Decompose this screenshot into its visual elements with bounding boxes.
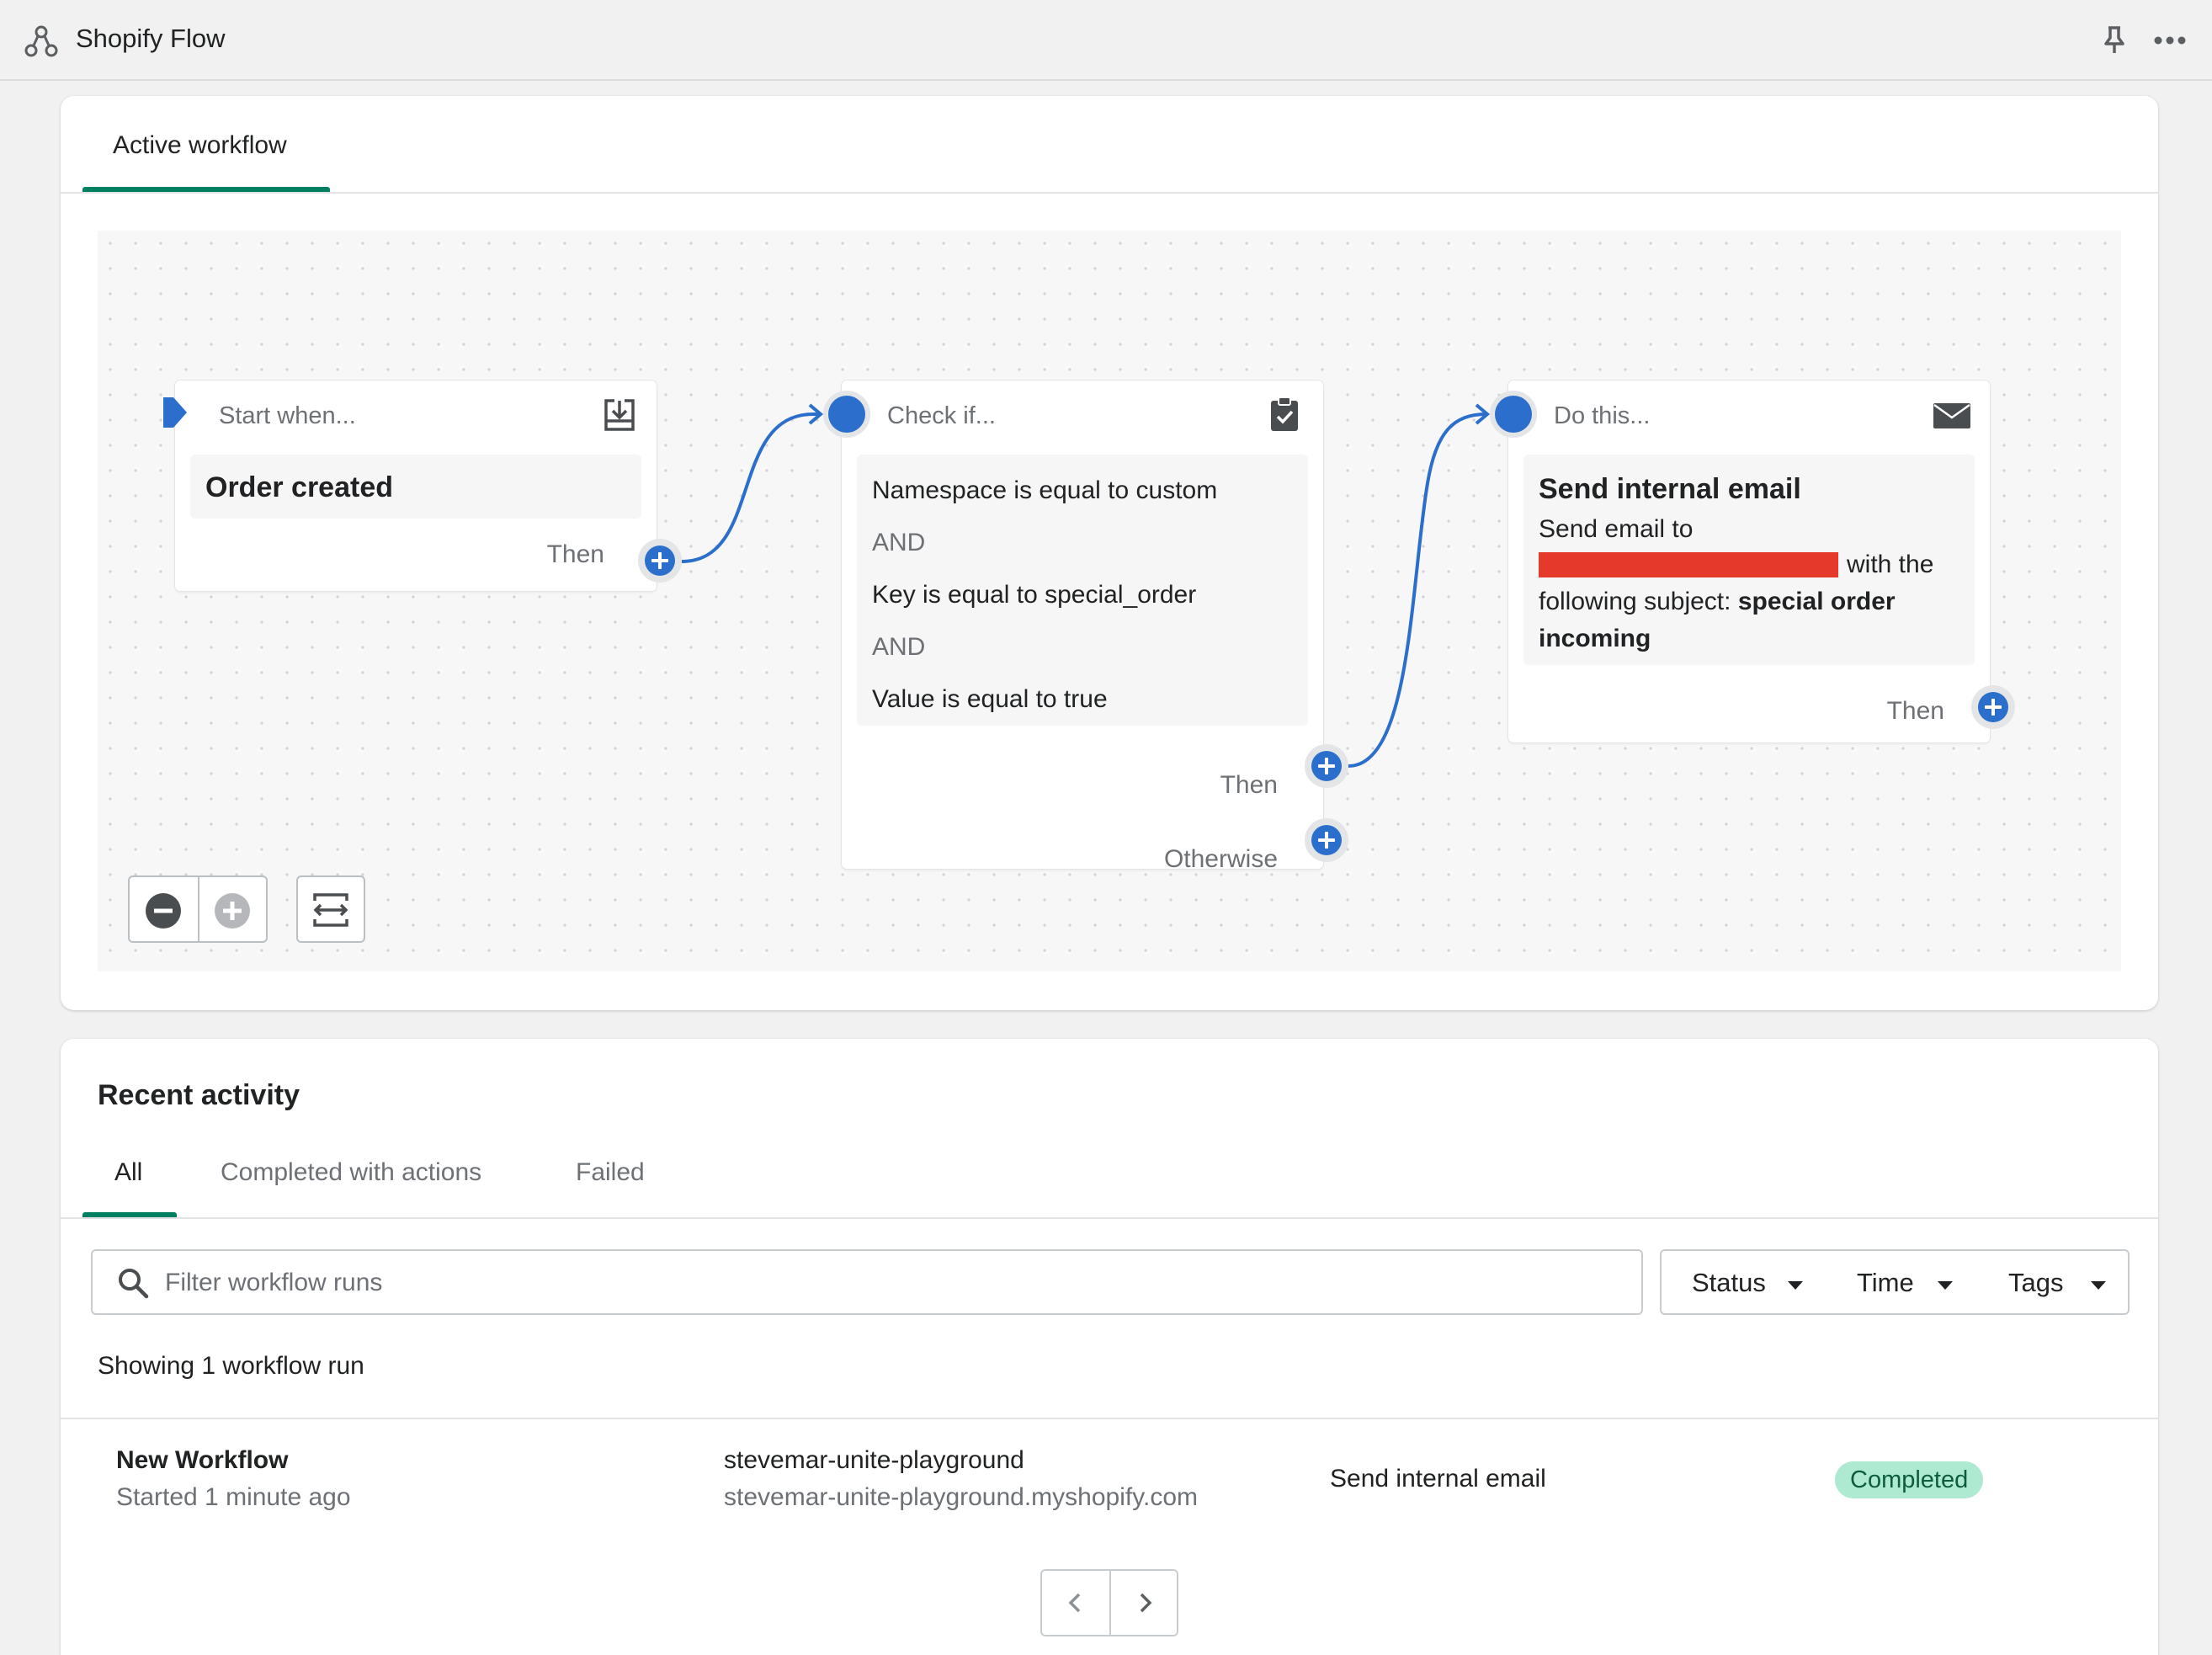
recent-activity-card: Recent activity All Completed with actio…: [61, 1039, 2158, 1655]
tab-completed-with-actions[interactable]: Completed with actions: [221, 1158, 481, 1187]
action-node[interactable]: Do this... Send internal email Send emai…: [1508, 380, 1990, 742]
plus-icon: [1311, 825, 1342, 855]
status-filter-label: Status: [1692, 1268, 1766, 1297]
app-title: Shopify Flow: [76, 24, 226, 53]
action-then-label: Then: [1886, 697, 1944, 725]
workflow-canvas[interactable]: Start when... Order created Then Check i…: [98, 231, 2121, 971]
search-icon: [119, 1269, 149, 1299]
condition-body: Namespace is equal to custom AND Key is …: [857, 455, 1308, 726]
email-subject-cont: incoming: [1539, 625, 1651, 652]
plus-icon: [1978, 692, 2008, 722]
status-badge: Completed: [1835, 1461, 1984, 1498]
action-text: following subject: special order: [1539, 588, 1896, 616]
tab-all[interactable]: All: [114, 1158, 142, 1187]
divider: [61, 192, 2158, 194]
condition-line: Namespace is equal to custom: [872, 476, 1218, 504]
workflow-name[interactable]: New Workflow: [116, 1446, 288, 1475]
fit-view-button[interactable]: [296, 875, 365, 943]
action-title: Send internal email: [1539, 473, 1801, 505]
zoom-out-button[interactable]: [145, 892, 182, 929]
zoom-in-button[interactable]: [214, 892, 251, 929]
condition-otherwise-add-button[interactable]: [1305, 818, 1348, 862]
shop-name: stevemar-unite-playground: [724, 1446, 1024, 1474]
time-filter-label: Time: [1857, 1268, 1914, 1297]
trigger-header: Start when...: [219, 402, 356, 429]
divider: [61, 1217, 2158, 1219]
trigger-body: Order created: [190, 455, 641, 519]
more-actions-icon[interactable]: [2153, 35, 2187, 45]
action-text-prefix: following subject:: [1539, 588, 1731, 615]
plus-icon: [645, 545, 675, 576]
tab-active-workflow[interactable]: Active workflow: [113, 131, 287, 160]
app-header: Shopify Flow: [0, 0, 2212, 81]
trigger-node[interactable]: Start when... Order created Then: [163, 380, 657, 591]
pin-icon[interactable]: [2101, 25, 2128, 56]
caret-down-icon: [2091, 1281, 2106, 1290]
caret-down-icon: [1938, 1281, 1953, 1290]
tags-filter-label: Tags: [2008, 1268, 2064, 1297]
filter-search-field[interactable]: [91, 1249, 1643, 1315]
recent-activity-title: Recent activity: [98, 1079, 300, 1111]
plus-icon: [1311, 751, 1342, 781]
showing-count: Showing 1 workflow run: [98, 1352, 364, 1380]
tags-filter-button[interactable]: Tags: [1978, 1249, 2130, 1315]
clipboard-check-icon: [1271, 396, 1298, 431]
envelope-icon: [1933, 403, 1970, 428]
workflow-started: Started 1 minute ago: [116, 1483, 351, 1511]
condition-then-add-button[interactable]: [1305, 744, 1348, 788]
zoom-controls: [128, 875, 268, 943]
condition-otherwise-label: Otherwise: [1163, 845, 1278, 873]
download-box-icon: [604, 399, 635, 431]
status-filter-button[interactable]: Status: [1660, 1249, 1830, 1315]
trigger-then-label: Then: [546, 540, 604, 568]
condition-header: Check if...: [887, 402, 996, 429]
condition-node[interactable]: Check if... Namespace is equal to custom…: [842, 380, 1323, 873]
condition-input-port: [823, 391, 870, 438]
email-subject: special order: [1737, 588, 1896, 615]
chevron-right-icon[interactable]: [1135, 1591, 1155, 1615]
condition-line: Key is equal to special_order: [872, 581, 1197, 609]
action-header: Do this...: [1554, 402, 1651, 429]
condition-and-label: AND: [872, 529, 926, 556]
action-text: Send email to: [1539, 515, 1694, 543]
condition-line: Value is equal to true: [872, 685, 1108, 713]
action-text: with the: [1847, 551, 1934, 578]
condition-and-label: AND: [872, 633, 926, 661]
action-then-add-button[interactable]: [1971, 685, 2015, 729]
flow-app-icon: [24, 25, 58, 57]
shop-domain: stevemar-unite-playground.myshopify.com: [724, 1483, 1199, 1511]
tab-failed[interactable]: Failed: [576, 1158, 645, 1187]
redacted-email: [1539, 552, 1838, 577]
run-action: Send internal email: [1330, 1465, 1546, 1493]
fit-to-screen-icon: [313, 893, 348, 927]
workflow-card: Active workflow Start when... Order crea…: [61, 96, 2158, 1010]
action-input-port: [1490, 391, 1537, 438]
pagination: [1040, 1569, 1178, 1636]
action-body: Send internal email Send email to with t…: [1523, 455, 1975, 665]
trigger-then-add-button[interactable]: [638, 539, 682, 583]
time-filter-button[interactable]: Time: [1828, 1249, 1980, 1315]
search-input[interactable]: [165, 1266, 1596, 1300]
chevron-left-icon[interactable]: [1066, 1591, 1086, 1615]
trigger-start-icon: [163, 397, 187, 428]
trigger-title: Order created: [205, 471, 393, 503]
caret-down-icon: [1788, 1281, 1803, 1290]
divider: [61, 1418, 2158, 1419]
condition-then-label: Then: [1220, 771, 1278, 799]
